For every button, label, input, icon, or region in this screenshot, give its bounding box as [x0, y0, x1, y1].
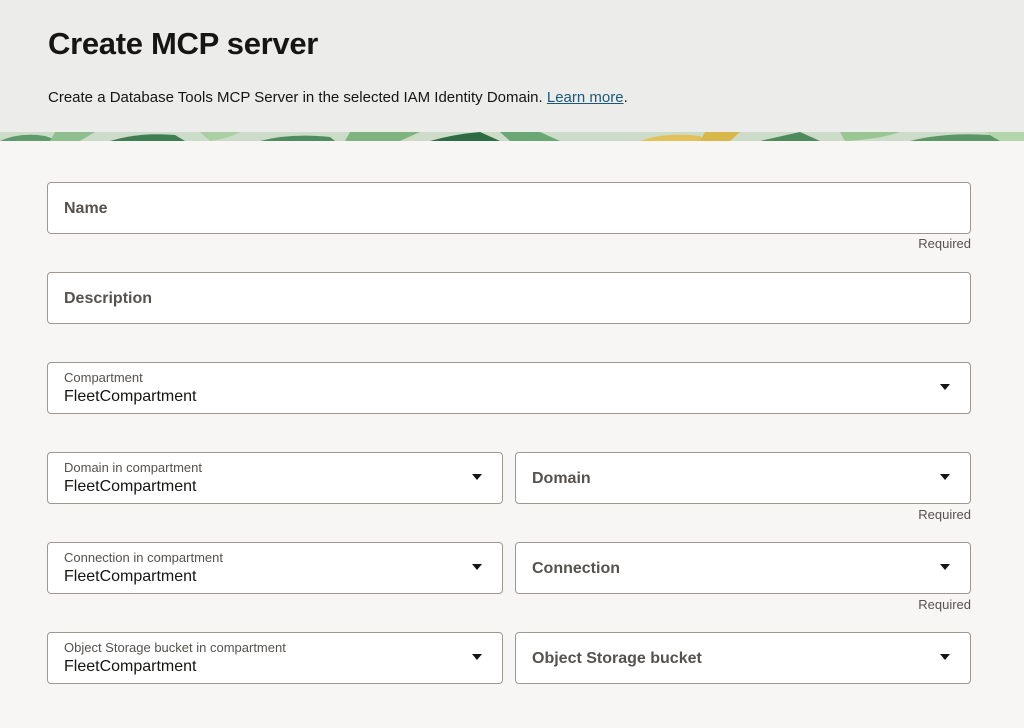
bucket-placeholder: Object Storage bucket: [532, 650, 702, 667]
chevron-down-icon: [472, 564, 482, 570]
chevron-down-icon: [940, 654, 950, 660]
page-subtitle: Create a Database Tools MCP Server in th…: [48, 89, 628, 106]
page-header: Create MCP server Create a Database Tool…: [0, 0, 1024, 132]
compartment-label: Compartment: [64, 370, 143, 385]
banner-pattern: [0, 132, 1024, 141]
connection-required-hint: Required: [918, 597, 971, 612]
bucket-select[interactable]: Object Storage bucket: [515, 632, 971, 684]
name-required-hint: Required: [918, 236, 971, 251]
connection-compartment-select[interactable]: Connection in compartment FleetCompartme…: [47, 542, 503, 594]
learn-more-link[interactable]: Learn more: [547, 89, 624, 106]
domain-select[interactable]: Domain: [515, 452, 971, 504]
description-placeholder: Description: [64, 290, 153, 307]
bucket-compartment-label: Object Storage bucket in compartment: [64, 640, 286, 655]
bucket-compartment-value: FleetCompartment: [64, 658, 197, 675]
chevron-down-icon: [940, 474, 950, 480]
connection-select[interactable]: Connection: [515, 542, 971, 594]
chevron-down-icon: [940, 564, 950, 570]
description-field[interactable]: Description: [47, 272, 971, 324]
page-title: Create MCP server: [48, 26, 319, 61]
compartment-select[interactable]: Compartment FleetCompartment: [47, 362, 971, 414]
name-field[interactable]: Name: [47, 182, 971, 234]
domain-required-hint: Required: [918, 507, 971, 522]
chevron-down-icon: [472, 654, 482, 660]
domain-compartment-select[interactable]: Domain in compartment FleetCompartment: [47, 452, 503, 504]
domain-compartment-label: Domain in compartment: [64, 460, 202, 475]
connection-placeholder: Connection: [532, 560, 620, 577]
connection-compartment-label: Connection in compartment: [64, 550, 223, 565]
chevron-down-icon: [472, 474, 482, 480]
name-placeholder: Name: [64, 200, 108, 217]
subtitle-period: .: [623, 89, 628, 106]
chevron-down-icon: [940, 384, 950, 390]
decorative-banner: [0, 132, 1024, 141]
connection-compartment-value: FleetCompartment: [64, 568, 197, 585]
bucket-compartment-select[interactable]: Object Storage bucket in compartment Fle…: [47, 632, 503, 684]
domain-placeholder: Domain: [532, 470, 591, 487]
domain-compartment-value: FleetCompartment: [64, 478, 197, 495]
subtitle-text: Create a Database Tools MCP Server in th…: [48, 89, 543, 106]
compartment-value: FleetCompartment: [64, 388, 197, 405]
